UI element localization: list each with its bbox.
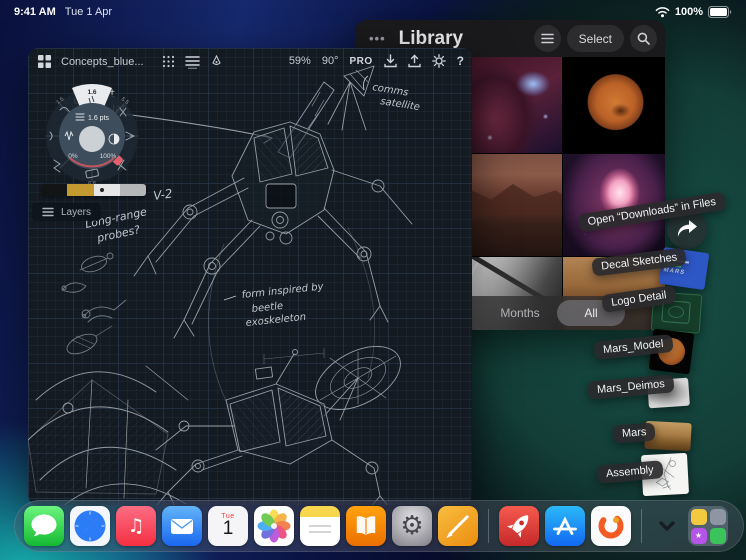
dock-divider: [641, 509, 642, 543]
app-calendar[interactable]: Tue 1: [208, 506, 248, 546]
document-title[interactable]: Concepts_blue...: [61, 56, 144, 68]
view-options-button[interactable]: [533, 25, 561, 52]
layers-panel-button[interactable]: Layers: [32, 203, 102, 221]
chevron-down-icon: [659, 521, 675, 531]
app-mail[interactable]: [162, 506, 202, 546]
settings-gear-glyph: ⚙: [400, 511, 424, 541]
app-notes[interactable]: [300, 506, 340, 546]
zoom-level[interactable]: 59%: [289, 55, 311, 67]
color-bar[interactable]: [42, 184, 146, 196]
app-settings[interactable]: ⚙: [392, 506, 432, 546]
appstore-a-icon: [553, 516, 577, 535]
color-swatch-black[interactable]: [42, 184, 67, 196]
color-swatch-white[interactable]: [93, 184, 120, 196]
app-concepts[interactable]: [438, 506, 478, 546]
share-arrow-icon: [677, 220, 697, 237]
settings-gear-icon[interactable]: [431, 54, 446, 68]
battery-icon: [708, 6, 732, 18]
decal-text: MARS: [663, 267, 686, 277]
export-icon[interactable]: [407, 54, 421, 68]
app-library-mini-star: ★: [690, 527, 707, 544]
app-rocket[interactable]: [499, 506, 539, 546]
annotation-comms: comms: [372, 82, 410, 99]
wifi-icon: [655, 7, 670, 18]
photo-martian-desert[interactable]: [459, 154, 562, 256]
status-time: 9:41 AM: [14, 6, 56, 18]
dock-collapse-button[interactable]: [652, 506, 682, 546]
pro-badge[interactable]: PRO: [349, 56, 372, 67]
rocket-icon: [506, 515, 529, 538]
photos-flower-icon: [257, 509, 291, 543]
color-swatch-gold[interactable]: [66, 184, 94, 196]
photo-horsehead-nebula[interactable]: [459, 57, 562, 153]
app-safari[interactable]: [70, 506, 110, 546]
app-library-button[interactable]: ★: [688, 506, 728, 546]
active-size-label: 1.6: [87, 89, 96, 96]
concepts-window[interactable]: convert to solar V-2 comms satellite Lon…: [28, 48, 472, 505]
search-button[interactable]: [630, 25, 657, 52]
grid-settings-icon[interactable]: [162, 55, 175, 68]
help-button[interactable]: ?: [457, 54, 464, 68]
annotation-inspired: form inspired by: [241, 281, 325, 301]
tool-wheel-center[interactable]: [79, 126, 105, 152]
app-c[interactable]: [591, 506, 631, 546]
annotation-version: V-2: [152, 186, 173, 203]
select-button[interactable]: Select: [566, 25, 624, 52]
rotation-value[interactable]: 90°: [322, 55, 339, 67]
dock: ♫ Tue 1 ⚙ ★: [14, 500, 744, 552]
search-icon: [637, 32, 650, 45]
app-books[interactable]: [346, 506, 386, 546]
messages-bubble-icon: [31, 514, 57, 537]
stroke-width-label: 1.6 pts: [88, 115, 110, 122]
layers-toggle-icon[interactable]: [184, 54, 200, 69]
music-note-icon: ♫: [127, 515, 145, 537]
color-swatch-gray[interactable]: [119, 184, 146, 196]
battery-percent: 100%: [674, 6, 703, 18]
screen: ••• Library Select Months All V-2 comms …: [0, 0, 746, 560]
min-opacity: 0%: [68, 153, 78, 160]
mail-envelope-icon: [171, 519, 193, 534]
app-library-mini-fitness: [709, 527, 726, 544]
window-menu-icon[interactable]: •••: [369, 31, 386, 46]
max-opacity: 100%: [100, 153, 117, 160]
tab-months[interactable]: Months: [485, 296, 555, 330]
dock-divider: [488, 509, 489, 543]
desert-ridge: [459, 183, 562, 216]
library-title: Library: [398, 27, 464, 49]
status-date: Tue 1 Apr: [64, 6, 113, 18]
layers-lines-icon: [42, 207, 54, 217]
app-music[interactable]: ♫: [116, 506, 156, 546]
import-icon[interactable]: [383, 54, 397, 68]
app-library-mini-tips: [690, 508, 707, 525]
tool-wheel[interactable]: 1.6 1.5 5.5 6.8 1.6 pts: [40, 84, 144, 188]
app-library-mini-camera: [709, 508, 726, 525]
books-icon: [356, 516, 376, 536]
svg-text:beetle: beetle: [251, 301, 283, 315]
c-swirl-icon: [598, 513, 624, 539]
calendar-day: 1: [222, 518, 234, 540]
app-appstore[interactable]: [545, 506, 585, 546]
app-messages[interactable]: [24, 506, 64, 546]
drag-label-mars[interactable]: Mars: [612, 422, 657, 444]
svg-text:satellite: satellite: [380, 96, 421, 113]
photo-mars-globe[interactable]: [563, 57, 665, 153]
concepts-pen-icon: [446, 515, 470, 538]
status-bar: 9:41 AM Tue 1 Apr 100%: [0, 0, 746, 24]
color-selector-dot: [99, 188, 104, 192]
app-photos[interactable]: [254, 506, 294, 546]
layers-label: Layers: [61, 206, 92, 218]
gallery-icon[interactable]: [38, 55, 51, 68]
list-icon: [540, 33, 554, 44]
pen-mode-icon[interactable]: [210, 55, 223, 68]
safari-compass-icon: [74, 510, 106, 542]
